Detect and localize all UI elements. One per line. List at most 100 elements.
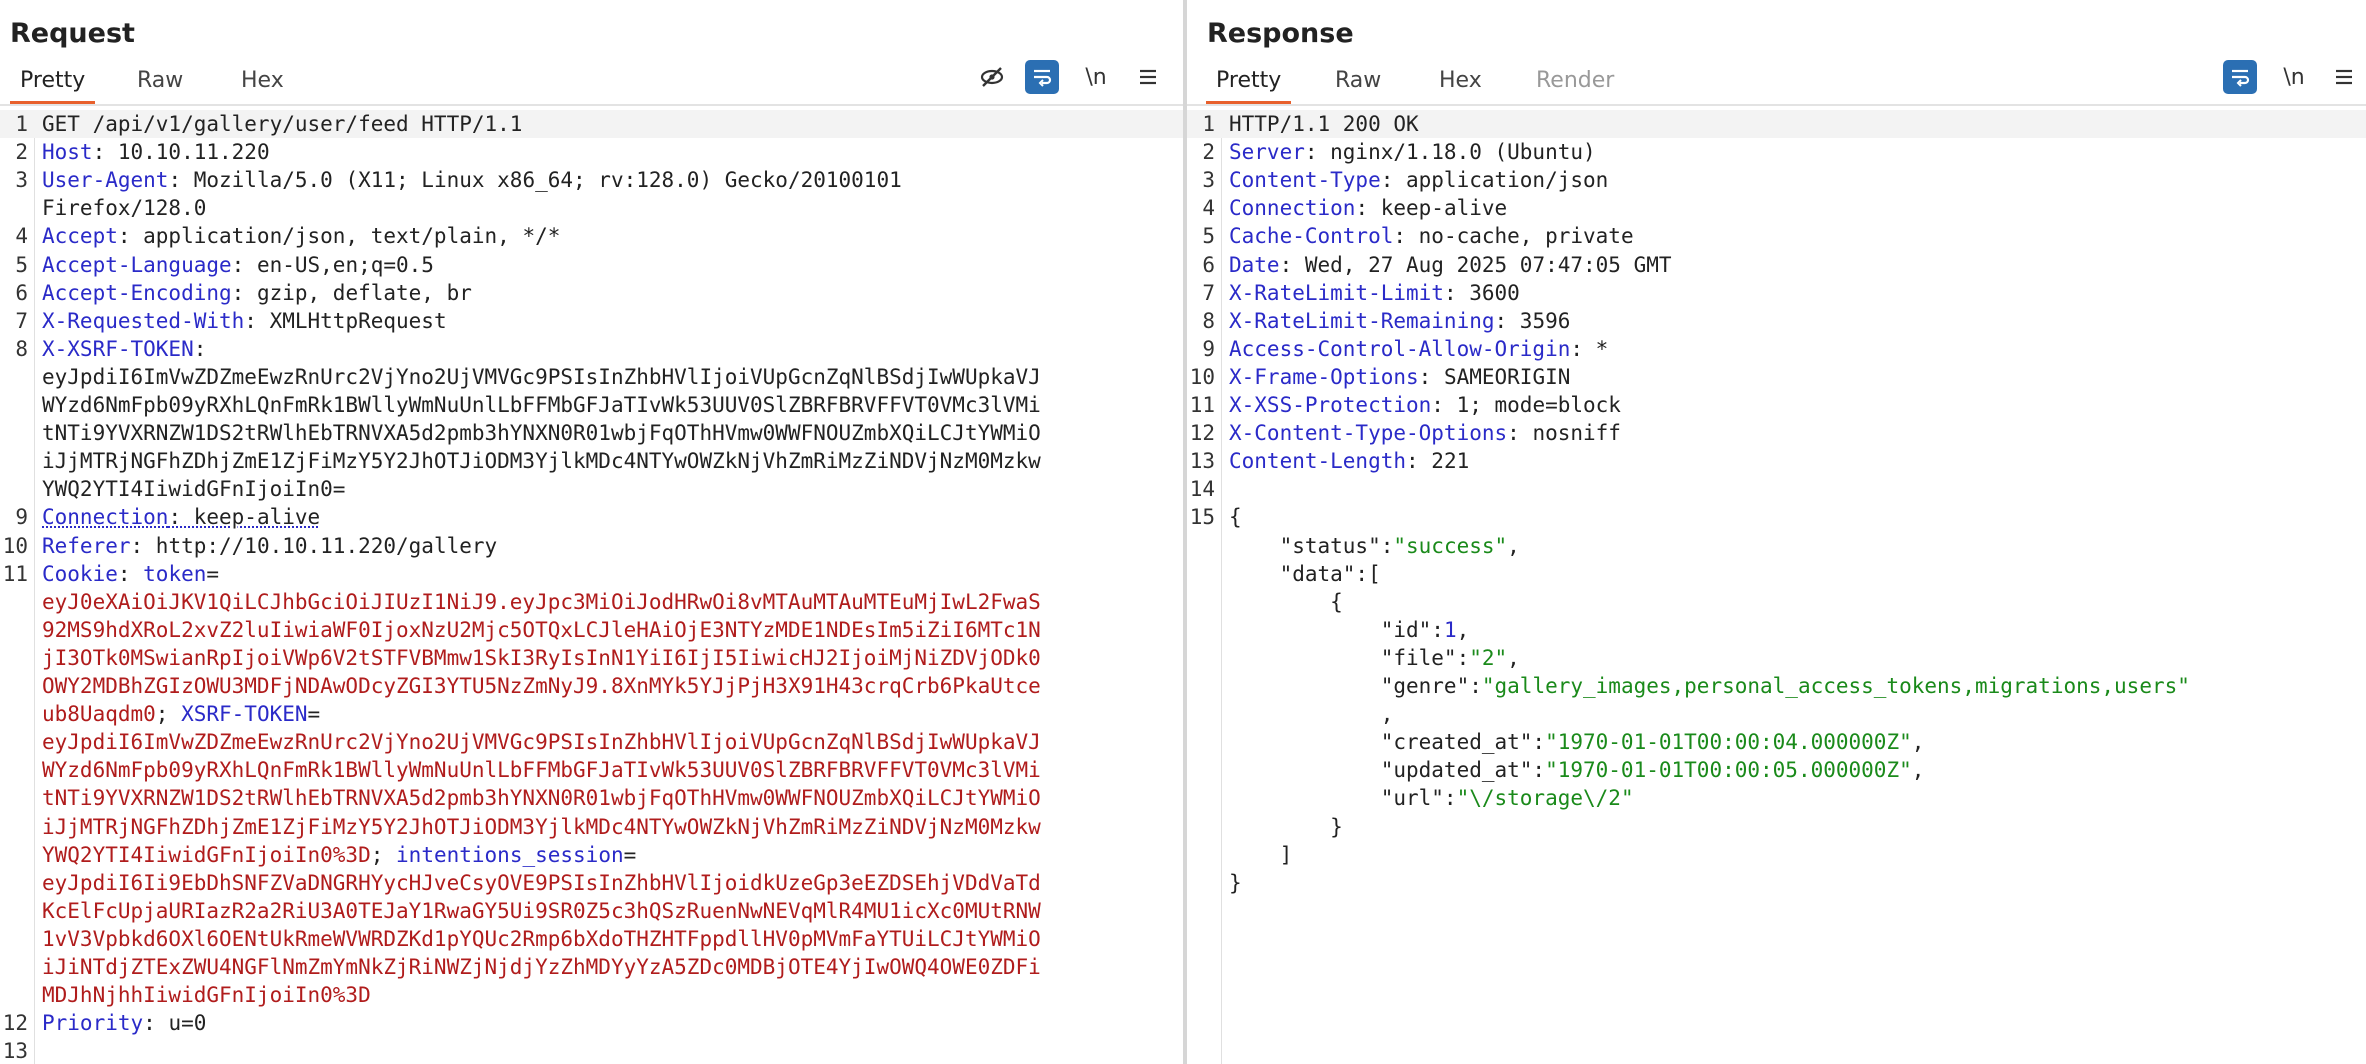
code-token: YWQ2YTI4IiwidGFnIjoiIn0%3D <box>42 842 371 867</box>
code-text: Cache-Control: no-cache, private <box>1229 222 1634 250</box>
code-token: "success" <box>1393 533 1508 558</box>
response-tab-raw[interactable]: Raw <box>1335 68 1381 101</box>
code-text: Referer: http://10.10.11.220/gallery <box>42 532 497 560</box>
code-text: "data":[ <box>1229 560 1381 588</box>
code-line: iJjMTRjNGFhZDhjZmE1ZjFiMzY5Y2JhOTJiODM3Y… <box>0 447 1183 475</box>
code-line: 6 Accept-Encoding: gzip, deflate, br <box>0 279 1183 307</box>
code-token: "created_at": <box>1229 730 1546 755</box>
code-text: Server: nginx/1.18.0 (Ubuntu) <box>1229 138 1596 166</box>
response-tab-pretty[interactable]: Pretty <box>1205 68 1292 105</box>
code-token: , <box>1456 617 1470 642</box>
code-line: 7 X-RateLimit-Limit: 3600 <box>1187 279 2366 307</box>
response-tab-render[interactable]: Render <box>1536 68 1614 101</box>
code-line: ] <box>1187 841 2366 869</box>
code-text: HTTP/1.1 200 OK <box>1229 110 1419 138</box>
code-line: 10 X-Frame-Options: SAMEORIGIN <box>1187 363 2366 391</box>
code-line: 14 <box>1187 475 2366 503</box>
wrap-lines-icon[interactable] <box>1025 60 1059 94</box>
code-line: 1 GET /api/v1/gallery/user/feed HTTP/1.1 <box>0 110 1183 138</box>
response-tab-hex[interactable]: Hex <box>1439 68 1482 101</box>
code-line: 8 X-RateLimit-Remaining: 3596 <box>1187 307 2366 335</box>
request-title: Request <box>10 18 135 49</box>
code-token: User-Agent <box>42 168 169 193</box>
code-token: KcElFcUpjaURIazR2a2RiU3A0TEJaY1RwaGY5Ui9… <box>42 898 1041 923</box>
menu-icon[interactable] <box>2327 60 2361 94</box>
code-token: Firefox/128.0 <box>42 196 207 221</box>
code-line: WYzd6NmFpb09yRXhLQnFmRk1BWllyWmNuUnlLbFF… <box>0 756 1183 784</box>
code-token: : 3600 <box>1443 280 1520 305</box>
hide-nonprintable-eye-slash-icon[interactable] <box>975 60 1009 94</box>
code-text: Firefox/128.0 <box>42 194 206 222</box>
line-number: 10 <box>1189 364 1215 389</box>
code-token: eyJpdiI6ImVwZDZmeEwzRnUrc2VjYno2UjVMVGc9… <box>42 730 1041 755</box>
code-text: eyJ0eXAiOiJKV1QiLCJhbGciOiJIUzI1NiJ9.eyJ… <box>42 588 1041 616</box>
code-token: "data":[ <box>1229 561 1381 586</box>
code-text: } <box>1229 869 1242 897</box>
request-tab-raw[interactable]: Raw <box>137 68 183 101</box>
line-number: 6 <box>1202 252 1215 277</box>
code-line: 4 Connection: keep-alive <box>1187 194 2366 222</box>
request-tab-pretty[interactable]: Pretty <box>9 68 96 105</box>
code-line: Firefox/128.0 <box>0 194 1183 222</box>
code-line: "updated_at":"1970-01-01T00:00:05.000000… <box>1187 756 2366 784</box>
code-line: 3 User-Agent: Mozilla/5.0 (X11; Linux x86… <box>0 166 1183 194</box>
wrap-lines-icon[interactable] <box>2223 60 2257 94</box>
code-token: "url": <box>1229 786 1457 811</box>
code-line: 2 Server: nginx/1.18.0 (Ubuntu) <box>1187 138 2366 166</box>
code-token: "genre": <box>1229 674 1482 698</box>
line-number: 1 <box>1202 112 1215 136</box>
code-text: MDJhNjhhIiwidGFnIjoiIn0%3D <box>42 981 371 1009</box>
code-line: eyJpdiI6Ii9EbDhSNFZVaDNGRHYycHJveCsyOVE9… <box>0 869 1183 897</box>
line-number: 15 <box>1189 505 1215 530</box>
code-token: "gallery_images,personal_access_tokens,m… <box>1481 674 2190 698</box>
code-line: jI3OTk0MSwianRpIjoiVWp6V2tSTFVBMmw1SkI3R… <box>0 644 1183 672</box>
line-number: 12 <box>2 1011 28 1036</box>
code-text: iJiNTdjZTExZWU4NGFlNmZmYmNkZjRiNWZjNjdjY… <box>42 953 1041 981</box>
code-token: ub8Uaqdm0 <box>42 702 156 727</box>
code-token: YWQ2YTI4IiwidGFnIjoiIn0= <box>42 477 346 502</box>
code-token: "file": <box>1229 645 1470 670</box>
menu-icon[interactable] <box>1131 60 1165 94</box>
code-text: { <box>1229 588 1343 616</box>
code-text: X-XSS-Protection: 1; mode=block <box>1229 391 1621 419</box>
code-token: iJjMTRjNGFhZDhjZmE1ZjFiMzY5Y2JhOTJiODM3Y… <box>42 449 1041 474</box>
code-token: Content-Type <box>1229 168 1381 193</box>
code-text: YWQ2YTI4IiwidGFnIjoiIn0%3D; intentions_s… <box>42 841 636 869</box>
code-line: { <box>1187 588 2366 616</box>
response-panel: Response Pretty Raw Hex Render \n 1 HTTP/… <box>1187 0 2366 1064</box>
code-token: 1vV3Vpbkd6OXl6OENtUkRmeWVWRDZKd1pYQUc2Rm… <box>42 926 1041 951</box>
code-token: : 221 <box>1406 449 1470 474</box>
code-text: Accept: application/json, text/plain, */… <box>42 222 560 250</box>
code-token: 1 <box>1443 617 1457 642</box>
show-newlines-button[interactable]: \n <box>1079 60 1113 94</box>
code-token: , <box>1507 533 1520 558</box>
line-number: 4 <box>1202 196 1215 221</box>
code-line: eyJ0eXAiOiJKV1QiLCJhbGciOiJIUzI1NiJ9.eyJ… <box>0 588 1183 616</box>
code-token: "updated_at": <box>1229 758 1546 783</box>
code-token: X-RateLimit-Limit <box>1229 280 1444 305</box>
code-text: Date: Wed, 27 Aug 2025 07:47:05 GMT <box>1229 251 1672 279</box>
code-line: YWQ2YTI4IiwidGFnIjoiIn0= <box>0 475 1183 503</box>
code-token: HTTP/1.1 200 OK <box>1229 112 1419 136</box>
code-token: jI3OTk0MSwianRpIjoiVWp6V2tSTFVBMmw1SkI3R… <box>42 645 1041 670</box>
code-line: "genre":"gallery_images,personal_access_… <box>1187 672 2366 700</box>
response-editor[interactable]: 1 HTTP/1.1 200 OK 2 Server: nginx/1.18.0 (U… <box>1187 110 2366 1064</box>
code-token: Cache-Control <box>1229 224 1394 249</box>
code-line: 5 Cache-Control: no-cache, private <box>1187 222 2366 250</box>
code-line: KcElFcUpjaURIazR2a2RiU3A0TEJaY1RwaGY5Ui9… <box>0 897 1183 925</box>
code-line: 11 Cookie: token= <box>0 560 1183 588</box>
code-line: 2 Host: 10.10.11.220 <box>0 138 1183 166</box>
code-line: WYzd6NmFpb09yRXhLQnFmRk1BWllyWmNuUnlLbFF… <box>0 391 1183 419</box>
line-number: 5 <box>1202 224 1215 249</box>
request-editor[interactable]: 1 GET /api/v1/gallery/user/feed HTTP/1.1 2… <box>0 110 1183 1064</box>
request-tab-hex[interactable]: Hex <box>241 68 284 101</box>
line-number: 13 <box>2 1039 28 1064</box>
code-text: Accept-Encoding: gzip, deflate, br <box>42 279 472 307</box>
code-token: intentions_session <box>396 842 624 867</box>
show-newlines-button[interactable]: \n <box>2277 60 2311 94</box>
code-line: 6 Date: Wed, 27 Aug 2025 07:47:05 GMT <box>1187 251 2366 279</box>
code-text: 1vV3Vpbkd6OXl6OENtUkRmeWVWRDZKd1pYQUc2Rm… <box>42 925 1041 953</box>
code-text: X-XSRF-TOKEN: <box>42 335 206 363</box>
line-number: 14 <box>1189 477 1215 502</box>
code-token: ; <box>370 842 397 867</box>
